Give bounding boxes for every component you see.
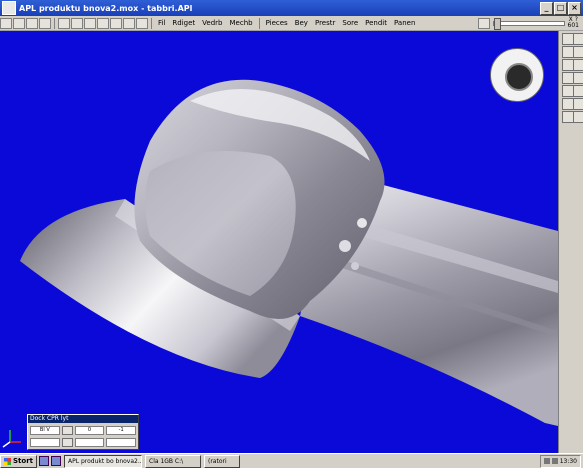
menu-item-file[interactable]: Fil xyxy=(155,19,168,27)
window-controls: _ □ × xyxy=(540,1,581,15)
taskbar-item[interactable]: APL produkt bo bnova2... xyxy=(64,454,142,468)
tool-icon[interactable] xyxy=(573,46,583,58)
text-icon[interactable] xyxy=(58,17,70,29)
axis-triad-icon xyxy=(2,430,21,448)
clock: 13:30 xyxy=(559,457,577,465)
new-icon[interactable] xyxy=(0,17,12,29)
dock-panel-row: Bl V 0 -1 xyxy=(30,426,137,435)
maximize-button[interactable]: □ xyxy=(554,1,567,15)
layers-icon[interactable] xyxy=(71,17,83,29)
help-icon[interactable] xyxy=(110,17,122,29)
tool-icon[interactable] xyxy=(573,98,583,110)
zoom-control: X ? 601 xyxy=(477,17,579,30)
quicklaunch-icon[interactable] xyxy=(39,456,49,466)
tool-icon[interactable] xyxy=(573,59,583,71)
toolbar-divider xyxy=(151,17,152,29)
navigation-compass[interactable] xyxy=(490,48,544,102)
window-title: APL produktu bnova2.mox - tabbri.APl xyxy=(19,3,193,13)
surface-blob xyxy=(351,262,359,270)
taskbar-item[interactable]: (ratori xyxy=(204,454,240,468)
right-toolbar xyxy=(558,31,583,453)
toolbar-divider xyxy=(258,17,260,29)
quicklaunch-icon[interactable] xyxy=(51,456,61,466)
menu-item-panen[interactable]: Panen xyxy=(391,19,418,27)
start-label: Stort xyxy=(13,456,33,465)
dock-panel-row xyxy=(30,438,137,447)
surface-blob xyxy=(339,240,351,252)
tool-icon[interactable] xyxy=(573,72,583,84)
minimize-button[interactable]: _ xyxy=(540,1,553,15)
app-icon xyxy=(2,1,16,15)
save-icon[interactable] xyxy=(26,17,38,29)
menu-item-edit[interactable]: Rdiget xyxy=(169,19,198,27)
view-icon[interactable] xyxy=(123,17,135,29)
print-icon[interactable] xyxy=(39,17,51,29)
windows-logo-icon xyxy=(4,457,11,465)
dock-panel-title: Dock CPR lyt xyxy=(28,415,138,423)
open-icon[interactable] xyxy=(13,17,25,29)
tool-icon[interactable] xyxy=(573,111,583,123)
dock-panel[interactable]: Dock CPR lyt Bl V 0 -1 xyxy=(27,414,139,450)
zoom-icon[interactable] xyxy=(477,17,490,29)
3d-viewport[interactable] xyxy=(0,31,558,453)
compass-center-icon[interactable] xyxy=(505,63,533,91)
grid-icon[interactable] xyxy=(84,17,96,29)
start-button[interactable]: Stort xyxy=(0,454,37,468)
toolbar-divider xyxy=(54,17,55,29)
dock-field[interactable]: 0 xyxy=(74,426,105,435)
menu-item-sore[interactable]: Sore xyxy=(339,19,361,27)
close-button[interactable]: × xyxy=(568,1,581,15)
dock-field[interactable]: Bl V xyxy=(30,426,60,435)
dock-field[interactable] xyxy=(74,438,105,447)
zoom-slider-thumb[interactable] xyxy=(493,17,501,30)
toolbar: Fil Rdiget Vedrb Mechb Pieces Bey Prestr… xyxy=(0,16,583,31)
menu-item-pieces[interactable]: Pieces xyxy=(263,19,291,27)
zoom-value-bottom: 601 xyxy=(567,22,579,29)
menu-item-mesh[interactable]: Mechb xyxy=(227,19,256,27)
tool-icon[interactable] xyxy=(573,33,583,45)
taskbar: Stort APL produkt bo bnova2... Cla 1GB C… xyxy=(0,453,583,468)
dock-button[interactable] xyxy=(61,438,73,447)
menu-item-view[interactable]: Vedrb xyxy=(199,19,225,27)
tool-icon[interactable] xyxy=(573,85,583,97)
title-bar: APL produktu bnova2.mox - tabbri.APl _ □… xyxy=(0,0,583,16)
taskbar-item[interactable]: Cla 1GB C:\ xyxy=(145,454,201,468)
zoom-value: X ? 601 xyxy=(568,17,579,29)
menu-item-pendit[interactable]: Pendit xyxy=(362,19,390,27)
volume-icon[interactable] xyxy=(543,458,550,464)
dock-field[interactable] xyxy=(30,438,60,447)
menu-item-bey[interactable]: Bey xyxy=(292,19,311,27)
menu-item-prestr[interactable]: Prestr xyxy=(312,19,338,27)
dock-field[interactable] xyxy=(106,438,137,447)
pipe-fitting-render xyxy=(20,79,558,426)
dock-field[interactable]: -1 xyxy=(106,426,137,435)
dock-button[interactable] xyxy=(61,426,73,435)
frame-icon[interactable] xyxy=(97,17,109,29)
surface-blob xyxy=(357,218,367,228)
system-tray: 13:30 xyxy=(539,454,581,468)
network-icon[interactable] xyxy=(551,458,558,464)
render-icon[interactable] xyxy=(136,17,148,29)
zoom-slider[interactable] xyxy=(492,17,565,30)
